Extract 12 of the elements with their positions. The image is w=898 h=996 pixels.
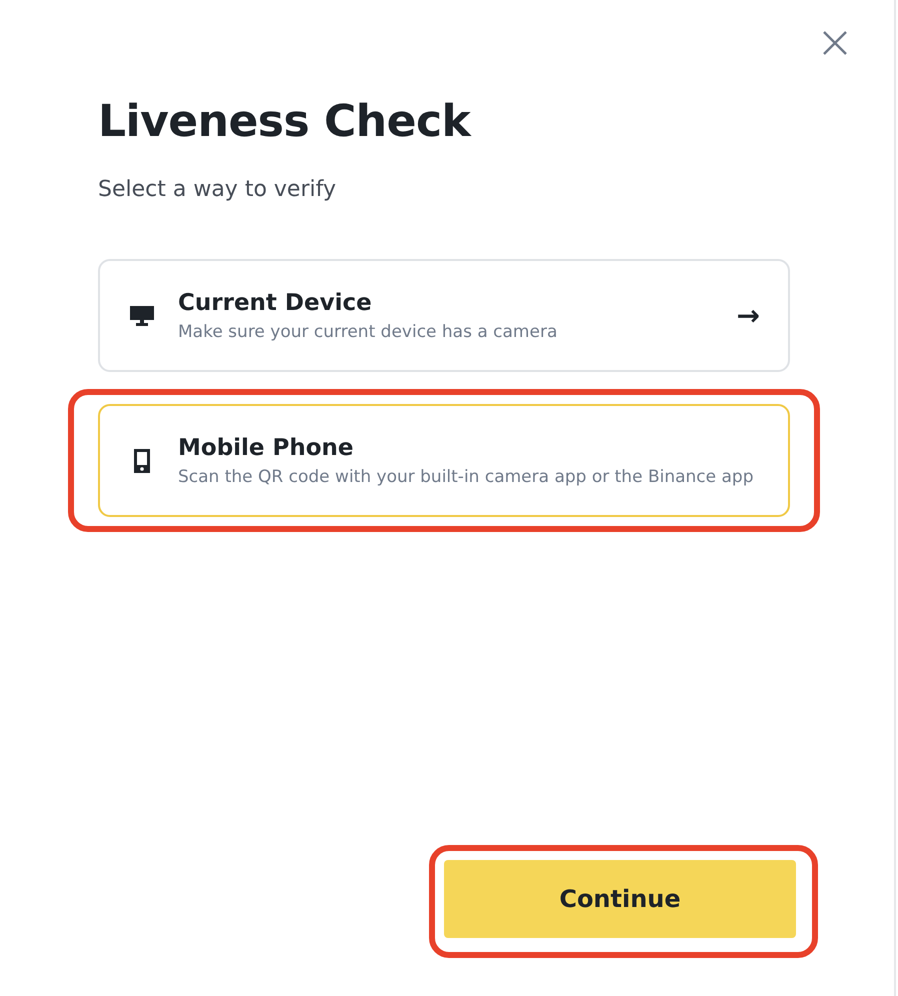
option-title: Current Device <box>178 290 373 316</box>
monitor-icon <box>130 306 154 326</box>
option-description: Scan the QR code with your built-in camera app or the Binance app <box>178 466 755 486</box>
close-icon[interactable] <box>822 30 848 56</box>
subtitle: Select a way to verify <box>98 177 337 202</box>
arrow-icon: → <box>736 299 760 332</box>
option-card[interactable]: Current Device Make sure your current device has a camera → <box>98 259 790 372</box>
option-description: Make sure your current device has a camera <box>178 322 558 342</box>
option-title: Mobile Phone <box>178 434 355 460</box>
dialog-title: Liveness Check <box>98 96 472 147</box>
continue-button[interactable]: Continue <box>444 860 796 938</box>
option-card[interactable]: Mobile Phone Scan the QR code with your built-in camera app or the Binance app <box>98 404 790 517</box>
